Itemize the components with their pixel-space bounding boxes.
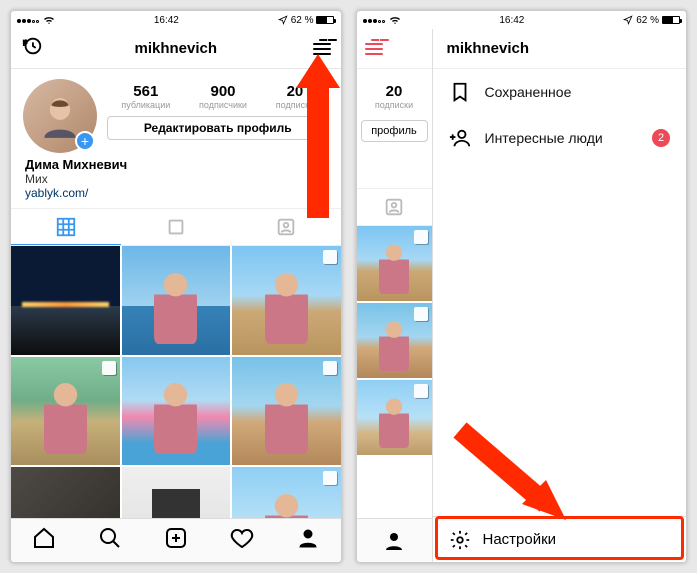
multi-photo-icon — [323, 250, 337, 264]
photo-cell[interactable] — [11, 467, 120, 518]
annotation-highlight-settings — [435, 516, 685, 560]
phone-right-drawer: 16:42 62 % 1 20 подписки профиль — [356, 10, 688, 563]
bio-link[interactable]: yablyk.com/ — [25, 186, 327, 200]
under-photo-strip — [357, 226, 432, 455]
photo-cell[interactable] — [11, 357, 120, 466]
battery-icon — [316, 16, 334, 24]
photo-cell[interactable] — [122, 246, 231, 355]
add-person-icon — [449, 127, 471, 149]
multi-photo-icon — [323, 361, 337, 375]
photo-cell[interactable] — [232, 357, 341, 466]
drawer-username: mikhnevich — [433, 29, 687, 69]
menu-badge: 1 — [371, 39, 389, 41]
drawer-item-label: Сохраненное — [485, 84, 572, 100]
nav-search-icon[interactable] — [98, 526, 122, 555]
avatar-wrapper[interactable]: + — [23, 79, 97, 153]
nav-add-icon[interactable] — [164, 526, 188, 555]
profile-header: mikhnevich 1 — [11, 29, 341, 69]
add-story-plus-icon[interactable]: + — [75, 131, 95, 151]
signal-dots-icon — [363, 15, 386, 26]
nav-profile-icon[interactable] — [296, 526, 320, 555]
stat-followers[interactable]: 900подписчики — [199, 83, 247, 110]
side-drawer: mikhnevich Сохраненное Интересные люди 2… — [433, 29, 687, 562]
edit-profile-button[interactable]: Редактировать профиль — [107, 116, 329, 140]
photo-label-shabo: SHABO — [122, 493, 231, 503]
photo-cell[interactable] — [11, 246, 120, 355]
multi-photo-icon — [323, 471, 337, 485]
status-bar: 16:42 62 % — [357, 11, 687, 29]
menu-hamburger-icon[interactable]: 1 — [365, 43, 383, 55]
photo-cell[interactable] — [232, 467, 341, 518]
battery-icon — [662, 16, 680, 24]
photo-grid: SHABO — [11, 246, 341, 518]
photo-cell[interactable] — [357, 303, 432, 378]
nav-home-icon[interactable] — [32, 526, 56, 555]
under-nav-profile[interactable] — [357, 518, 432, 562]
under-stat-label: подписки — [357, 100, 432, 116]
photo-cell[interactable] — [357, 226, 432, 301]
location-arrow-icon — [623, 15, 633, 25]
signal-dots-icon — [17, 15, 40, 26]
bookmark-icon — [449, 81, 471, 103]
menu-hamburger-icon[interactable]: 1 — [313, 43, 331, 55]
under-stat-num: 20 — [357, 69, 432, 100]
multi-photo-icon — [414, 384, 428, 398]
tab-grid[interactable] — [11, 209, 121, 245]
battery-percent: 62 % — [636, 15, 659, 26]
stat-posts[interactable]: 561публикации — [121, 83, 170, 110]
profile-stats: 561публикации 900подписчики 20подписки — [107, 79, 329, 110]
photo-cell[interactable]: SHABO — [122, 467, 231, 518]
bio-name: Дима Михневич — [25, 157, 327, 172]
location-arrow-icon — [278, 15, 288, 25]
phone-left-profile: 16:42 62 % mikhnevich 1 + 561публикации … — [10, 10, 342, 563]
tab-tagged[interactable] — [357, 188, 432, 226]
status-time: 16:42 — [154, 15, 179, 26]
photo-cell[interactable] — [122, 357, 231, 466]
multi-photo-icon — [414, 230, 428, 244]
profile-tabs — [11, 208, 341, 246]
profile-info-row: + 561публикации 900подписчики 20подписки… — [11, 69, 341, 155]
drawer-item-saved[interactable]: Сохраненное — [433, 69, 687, 115]
nav-activity-icon[interactable] — [230, 526, 254, 555]
multi-photo-icon — [102, 361, 116, 375]
bottom-nav — [11, 518, 341, 562]
photo-cell[interactable] — [232, 246, 341, 355]
wifi-icon — [43, 15, 55, 25]
stat-following[interactable]: 20подписки — [276, 83, 314, 110]
drawer-item-badge: 2 — [652, 129, 670, 147]
header-username: mikhnevich — [11, 40, 341, 57]
drawer-item-discover[interactable]: Интересные люди 2 — [433, 115, 687, 161]
status-bar: 16:42 62 % — [11, 11, 341, 29]
menu-badge: 1 — [319, 39, 337, 41]
status-time: 16:42 — [499, 15, 524, 26]
profile-under-drawer: 1 20 подписки профиль — [357, 29, 433, 562]
multi-photo-icon — [414, 307, 428, 321]
tab-feed[interactable] — [121, 209, 231, 245]
bio-subtitle: Мих — [25, 172, 327, 186]
wifi-icon — [389, 15, 401, 25]
tab-tagged[interactable] — [231, 209, 341, 245]
photo-cell[interactable] — [357, 380, 432, 455]
under-edit-button[interactable]: профиль — [361, 120, 428, 142]
drawer-item-label: Интересные люди — [485, 130, 603, 146]
profile-bio: Дима Михневич Мих yablyk.com/ — [11, 155, 341, 208]
battery-percent: 62 % — [291, 15, 314, 26]
